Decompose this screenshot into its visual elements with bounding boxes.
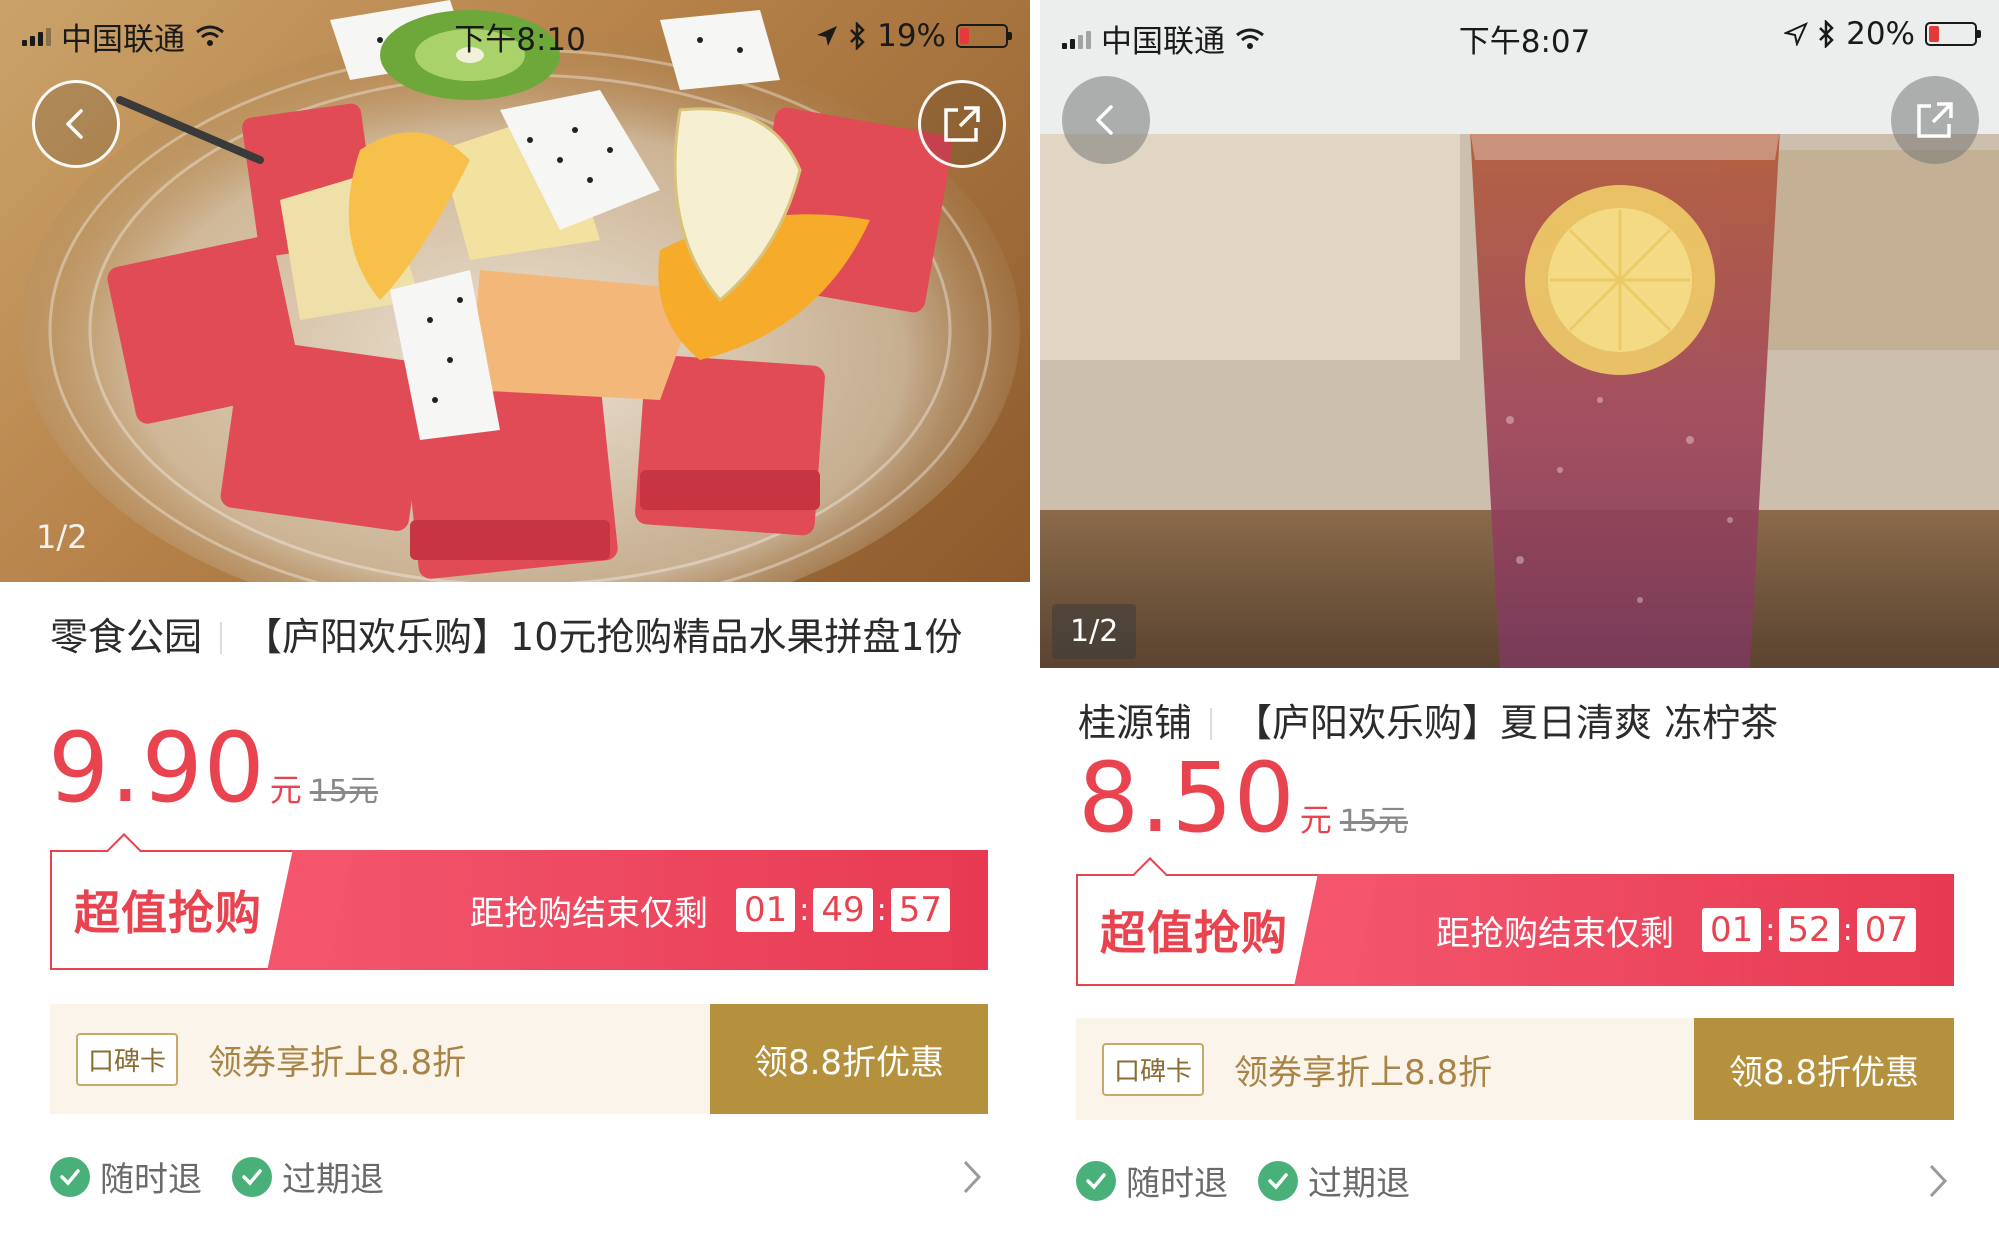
claim-coupon-button[interactable]: 领8.8折优惠 [1694,1018,1954,1120]
status-bar: 中国联通 下午8:10 19% [0,0,1030,72]
flash-sale-banner: 超值抢购 距抢购结束仅剩 01 : 49 : 57 [50,850,988,970]
signal-bars-icon [22,26,51,46]
refund-guarantees[interactable]: 随时退 过期退 [1076,1156,1954,1205]
countdown-separator: : [1842,912,1853,948]
guarantee-expiry-refund: 过期退 [1258,1156,1410,1205]
carrier-name: 中国联通 [61,21,185,58]
check-circle-icon [1076,1160,1116,1201]
fruit-platter-illustration [20,0,1020,582]
countdown-minutes: 49 [813,888,873,932]
price-row: 9.90 元 15元 [48,718,378,818]
wifi-icon [1236,28,1264,49]
guarantee-label: 过期退 [282,1160,384,1200]
countdown-hours: 01 [735,888,796,932]
signal-bars-icon [1062,29,1091,49]
product-title: 桂源铺 【庐阳欢乐购】夏日清爽 冻柠茶 [1078,698,1958,748]
koubei-card-tag: 口碑卡 [1102,1042,1205,1096]
status-bar: 中国联通 下午8:07 20% [1040,0,1999,134]
refund-guarantees[interactable]: 随时退 过期退 [50,1152,988,1201]
countdown-area: 距抢购结束仅剩 01 : 52 : 07 [1336,874,1954,986]
back-arrow-icon [1096,105,1113,135]
price-row: 8.50 元 15元 [1078,748,1408,848]
chevron-right-icon[interactable] [1928,1163,1948,1199]
price-unit: 元 [1299,801,1332,839]
location-arrow-icon [817,26,838,46]
image-counter: 1/2 [36,518,88,556]
check-circle-icon [232,1156,272,1197]
shop-name[interactable]: 桂源铺 [1078,701,1192,745]
bluetooth-icon [850,22,865,50]
product-image-fruit-platter[interactable]: 中国联通 下午8:10 19% 1/2 [0,0,1030,582]
product-name: 【庐阳欢乐购】夏日清爽 冻柠茶 [1234,701,1779,745]
title-divider [1210,708,1213,740]
original-price: 15元 [1339,804,1408,839]
product-page-lemon-tea: 中国联通 下午8:07 20% 1/2 桂源铺 【庐阳欢乐购】夏日清爽 冻柠茶 8… [1040,0,1999,1238]
battery-icon [956,24,1012,48]
battery-percent: 19% [877,18,946,54]
countdown-hours: 01 [1701,908,1762,952]
flash-sale-banner: 超值抢购 距抢购结束仅剩 01 : 52 : 07 [1076,874,1954,986]
guarantee-anytime-refund: 随时退 [1076,1156,1228,1205]
image-counter: 1/2 [1052,604,1137,659]
original-price: 15元 [309,774,378,809]
countdown-label: 距抢购结束仅剩 [1435,913,1674,954]
check-circle-icon [50,1156,90,1197]
price-unit: 元 [269,771,302,809]
wifi-icon [196,25,224,46]
share-icon [944,106,980,142]
product-name: 【庐阳欢乐购】10元抢购精品水果拼盘1份 [244,615,963,659]
battery-icon [1925,22,1981,46]
countdown-seconds: 57 [890,888,950,932]
countdown-minutes: 52 [1779,908,1839,952]
countdown-separator: : [799,892,810,928]
back-button[interactable] [32,80,120,168]
guarantee-expiry-refund: 过期退 [232,1152,384,1201]
coupon-text: 领券享折上8.8折 [1234,1052,1493,1093]
back-button[interactable] [1062,76,1150,164]
guarantee-label: 随时退 [1126,1164,1228,1204]
product-title: 零食公园 【庐阳欢乐购】10元抢购精品水果拼盘1份 [50,612,980,662]
status-time: 下午8:10 [454,21,586,58]
countdown-seconds: 07 [1856,908,1916,952]
share-button[interactable] [918,80,1006,168]
coupon-text: 领券享折上8.8折 [208,1042,467,1083]
guarantee-label: 过期退 [1308,1164,1410,1204]
current-price: 9.90 [48,712,266,824]
location-arrow-icon [1784,22,1809,46]
share-icon [1917,102,1953,138]
coupon-info: 口碑卡 领券享折上8.8折 [50,1004,710,1114]
countdown-separator: : [1765,912,1776,948]
coupon-bar: 口碑卡 领券享折上8.8折 领8.8折优惠 [1076,1018,1954,1120]
countdown-area: 距抢购结束仅剩 01 : 49 : 57 [310,850,988,970]
product-image-lemon-tea[interactable]: 中国联通 下午8:07 20% 1/2 [1040,0,1999,668]
countdown-separator: : [876,892,887,928]
title-divider [220,622,223,654]
battery-percent: 20% [1846,16,1915,52]
carrier-name: 中国联通 [1101,24,1225,60]
shop-name[interactable]: 零食公园 [50,615,202,659]
status-time: 下午8:07 [1458,24,1591,60]
chevron-right-icon[interactable] [962,1159,982,1195]
countdown-label: 距抢购结束仅剩 [469,893,708,934]
koubei-card-tag: 口碑卡 [76,1032,179,1086]
current-price: 8.50 [1078,742,1296,854]
product-page-fruit-platter: 中国联通 下午8:10 19% 1/2 零食公园 【庐阳欢乐购】10元抢购精品水果… [0,0,1030,1238]
coupon-bar: 口碑卡 领券享折上8.8折 领8.8折优惠 [50,1004,988,1114]
guarantee-label: 随时退 [100,1160,202,1200]
claim-coupon-button[interactable]: 领8.8折优惠 [710,1004,988,1114]
bluetooth-icon [1819,20,1834,48]
guarantee-anytime-refund: 随时退 [50,1152,202,1201]
share-button[interactable] [1891,76,1979,164]
back-arrow-icon [66,109,83,139]
check-circle-icon [1258,1160,1298,1201]
coupon-info: 口碑卡 领券享折上8.8折 [1076,1018,1694,1120]
